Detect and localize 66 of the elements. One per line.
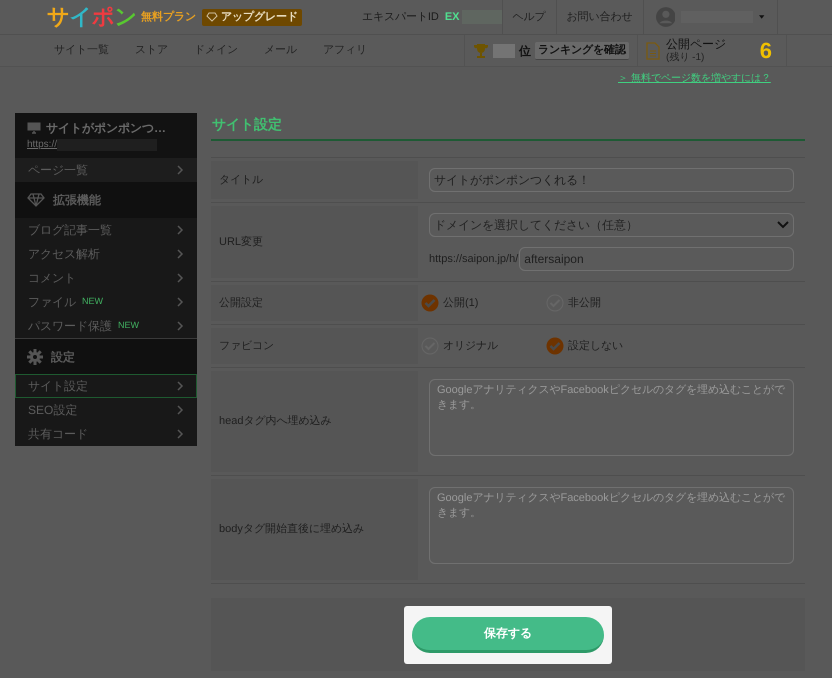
- plan-label: 無料プラン: [140, 10, 196, 25]
- sidebar-item[interactable]: SEO設定: [15, 398, 197, 422]
- rank-label: 位: [519, 42, 531, 60]
- promo-link[interactable]: ＞ 無料でページ数を増やすには？: [618, 70, 771, 86]
- pages-count: 6: [760, 37, 772, 65]
- chevron-icon: [176, 164, 184, 176]
- domain-select[interactable]: ドメインを選択してください（任意）: [429, 213, 794, 237]
- header-link[interactable]: お問い合わせ: [566, 8, 632, 26]
- gear-icon: [27, 348, 43, 364]
- sidebar-item[interactable]: ページ一覧: [15, 158, 197, 182]
- textarea-field[interactable]: GoogleアナリティクスやFacebookピクセルのタグを埋め込むことができます。: [429, 487, 794, 564]
- sidebar-item[interactable]: パスワード保護 NEW: [15, 314, 197, 338]
- expert-id-label: エキスパートID: [362, 10, 439, 25]
- input-field[interactable]: aftersaipon: [519, 247, 794, 271]
- chevron-icon: [176, 248, 184, 260]
- new-label: NEW: [82, 295, 103, 308]
- section-heading: サイト設定: [212, 115, 282, 134]
- upgrade-button[interactable]: アップグレード: [202, 8, 302, 26]
- chevron-down-icon: [777, 221, 789, 229]
- new-label: NEW: [118, 319, 139, 332]
- sidebar-item[interactable]: ファイル NEW: [15, 290, 197, 314]
- nav-link[interactable]: メール: [264, 42, 297, 59]
- radio-label: 設定しない: [568, 338, 623, 354]
- logo[interactable]: サイポン: [47, 6, 137, 28]
- trophy-icon: [473, 42, 489, 58]
- pages-remaining: (残り -1): [666, 52, 706, 64]
- chevron-icon: [176, 224, 184, 236]
- textarea-field[interactable]: GoogleアナリティクスやFacebookピクセルのタグを埋め込むことができます。: [429, 379, 794, 456]
- chevron-icon: [176, 320, 184, 332]
- save-button[interactable]: 保存する: [412, 616, 604, 652]
- section-title: 設定: [51, 348, 75, 366]
- monitor-icon: [27, 122, 41, 134]
- radio-button[interactable]: [421, 294, 439, 312]
- expert-id: EX: [444, 10, 460, 25]
- diamond-icon: [27, 193, 45, 207]
- radio-label: 公開(1): [443, 296, 478, 311]
- sidebar-item[interactable]: アクセス解析: [15, 242, 197, 266]
- redaction-block: [493, 44, 515, 58]
- radio-button[interactable]: [546, 337, 564, 355]
- pages-label: 公開ページ: [666, 36, 726, 52]
- nav-link[interactable]: ドメイン: [194, 42, 238, 59]
- chevron-icon: [176, 404, 184, 416]
- caret-icon: [759, 15, 765, 19]
- nav-link[interactable]: アフィリ: [323, 42, 367, 59]
- chevron-icon: [176, 296, 184, 308]
- document-icon: [646, 42, 660, 60]
- sidebar-item[interactable]: コメント: [15, 266, 197, 290]
- url-prefix: https://saipon.jp/h/: [429, 252, 518, 267]
- input-field[interactable]: サイトがポンポンつくれる！: [429, 168, 794, 192]
- sidebar-item[interactable]: 共有コード: [15, 422, 197, 446]
- header-link[interactable]: ヘルプ: [512, 8, 546, 26]
- sidebar-item[interactable]: サイト設定: [15, 374, 197, 398]
- sidebar-item[interactable]: ブログ記事一覧: [15, 218, 197, 242]
- site-name: サイトがポンポンつ…: [46, 120, 166, 137]
- radio-label: オリジナル: [443, 338, 498, 354]
- diamond-icon: [206, 12, 218, 22]
- ranking-button[interactable]: ランキングを確認: [535, 42, 629, 60]
- chevron-icon: [176, 272, 184, 284]
- radio-label: 非公開: [568, 296, 601, 311]
- field-label: URL変更: [219, 234, 264, 250]
- nav-link[interactable]: サイト一覧: [54, 42, 109, 59]
- chevron-icon: [176, 380, 184, 392]
- chevron-icon: [176, 428, 184, 440]
- nav-link[interactable]: ストア: [135, 42, 168, 59]
- section-title: 拡張機能: [53, 192, 101, 209]
- site-url[interactable]: https://: [27, 137, 58, 152]
